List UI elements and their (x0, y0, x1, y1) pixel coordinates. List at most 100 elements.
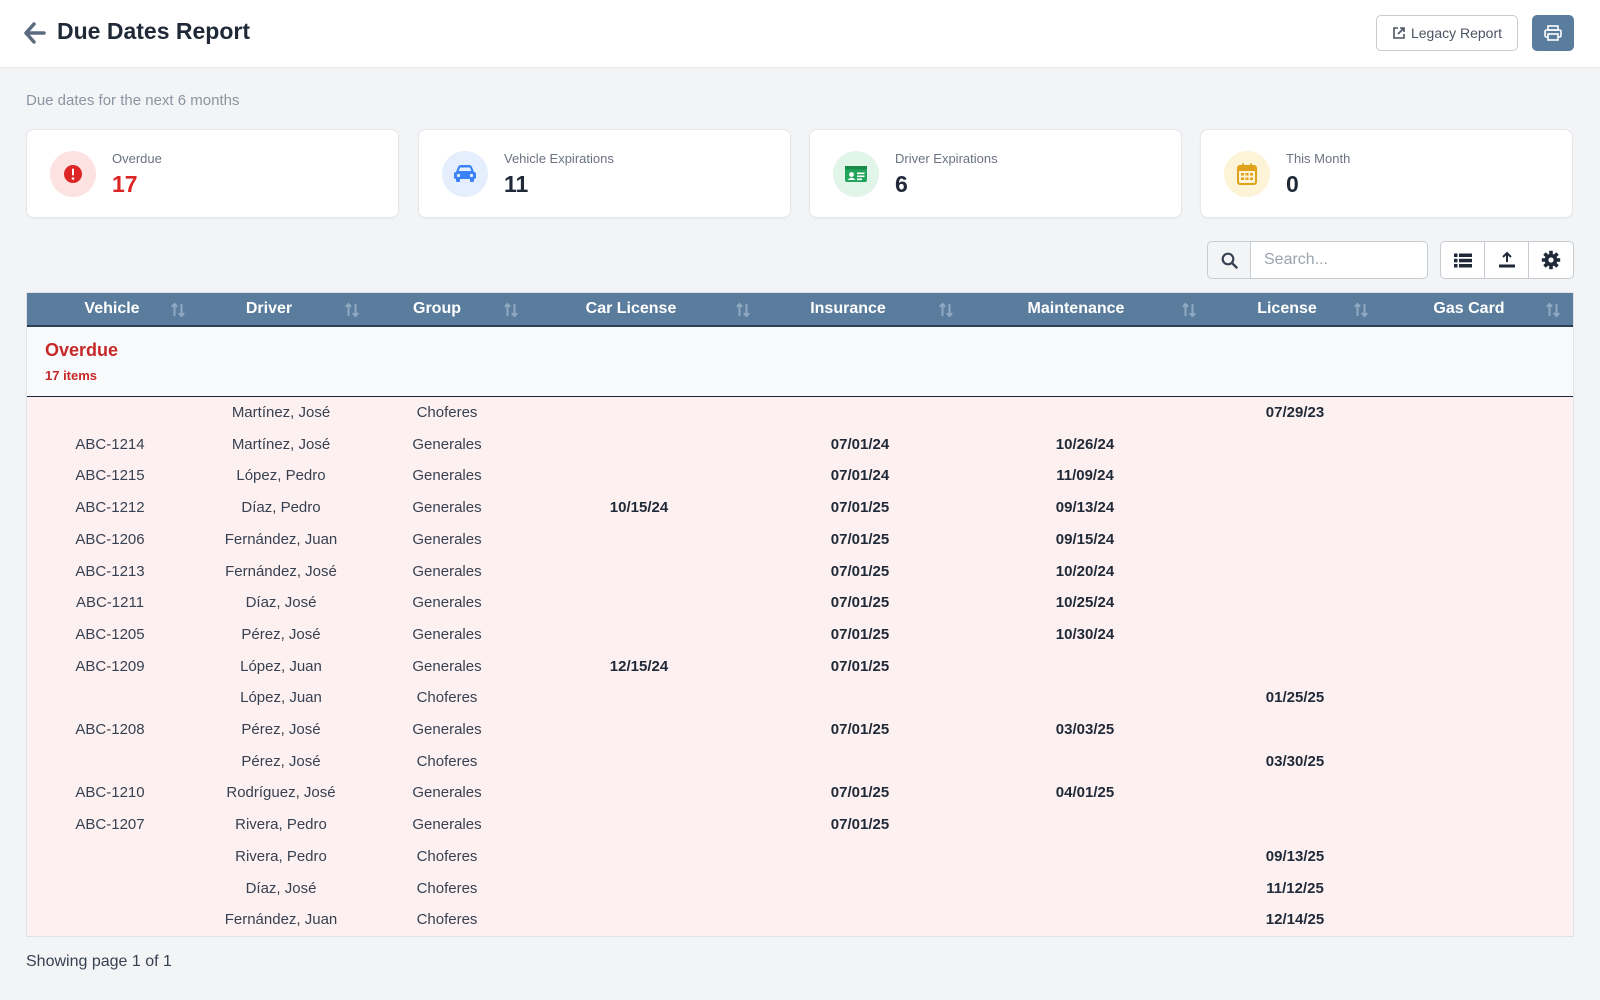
vehicle-expirations-value: 11 (504, 171, 529, 197)
top-bar: Due Dates Report Legacy Report (0, 0, 1600, 68)
table-row[interactable]: ABC-1205 Pérez, José Generales 07/01/25 10/3… (27, 619, 1573, 651)
cell-gas-card (1359, 777, 1579, 809)
cell-maintenance (975, 873, 1195, 905)
table-header: Vehicle Driver Group Car License Insurance Ma… (27, 293, 1573, 327)
cell-maintenance (975, 397, 1195, 429)
driver-expirations-value: 6 (895, 171, 908, 197)
column-header-gas-card[interactable]: Gas Card (1379, 293, 1559, 325)
report-subtitle: Due dates for the next 6 months (26, 92, 240, 109)
column-header-group[interactable]: Group (362, 293, 512, 325)
cell-gas-card (1359, 492, 1579, 524)
cell-group: Generales (412, 816, 482, 834)
search-icon[interactable] (1207, 241, 1251, 279)
this-month-label: This Month (1286, 151, 1351, 166)
vehicle-expirations-label: Vehicle Expirations (504, 151, 614, 166)
cell-maintenance: 04/01/25 (1055, 784, 1115, 802)
cell-gas-card (1359, 809, 1579, 841)
sort-icon[interactable] (1353, 302, 1369, 318)
cell-maintenance (975, 682, 1195, 714)
sort-icon[interactable] (1545, 302, 1561, 318)
cell-group: Choferes (416, 689, 478, 707)
cell-insurance: 07/01/24 (830, 435, 890, 453)
cell-insurance: 07/01/25 (830, 594, 890, 612)
column-header-license[interactable]: License (1197, 293, 1377, 325)
cell-gas-card (1359, 651, 1579, 683)
calendar-icon (1224, 151, 1270, 197)
table-row[interactable]: ABC-1213 Fernández, José Generales 07/01/25… (27, 556, 1573, 588)
cell-maintenance: 11/09/24 (1056, 467, 1114, 485)
sort-icon[interactable] (1181, 302, 1197, 318)
cell-group: Generales (412, 530, 482, 548)
due-dates-table: Vehicle Driver Group Car License Insurance Ma… (26, 292, 1574, 937)
table-row[interactable]: ABC-1215 López, Pedro Generales 07/01/24 11/… (27, 460, 1573, 492)
legacy-report-label: Legacy Report (1410, 25, 1503, 41)
table-row[interactable]: ABC-1208 Pérez, José Generales 07/01/25 03/0… (27, 714, 1573, 746)
table-row[interactable]: ABC-1214 Martínez, José Generales 07/01/24 1… (27, 429, 1573, 461)
cell-insurance: 07/01/25 (830, 816, 890, 834)
table-row[interactable]: ABC-1210 Rodríguez, José Generales 07/01/25… (27, 777, 1573, 809)
cell-insurance: 07/01/25 (830, 530, 890, 548)
table-row[interactable]: Martínez, José Choferes 07/29/23 (27, 397, 1573, 429)
overdue-value: 17 (112, 171, 138, 197)
cell-insurance (750, 682, 970, 714)
column-header-car-license[interactable]: Car License (526, 293, 736, 325)
cell-gas-card (1359, 587, 1579, 619)
cell-maintenance: 03/03/25 (1055, 721, 1115, 738)
table-row[interactable]: Díaz, José Choferes 11/12/25 (27, 873, 1573, 905)
cell-gas-card (1359, 904, 1579, 936)
table-row[interactable]: ABC-1207 Rivera, Pedro Generales 07/01/25 (27, 809, 1573, 841)
column-header-maintenance[interactable]: Maintenance (961, 293, 1191, 325)
list-view-button[interactable] (1441, 242, 1485, 278)
list-icon (1453, 253, 1472, 267)
group-count: 17 items (45, 368, 98, 383)
cell-car-license (529, 556, 749, 588)
cell-group: Generales (412, 784, 482, 802)
cell-gas-card (1359, 524, 1579, 556)
table-row[interactable]: López, Juan Choferes 01/25/25 (27, 682, 1573, 714)
column-header-insurance[interactable]: Insurance (748, 293, 948, 325)
column-header-driver[interactable]: Driver (179, 293, 359, 325)
group-title: Overdue (45, 340, 119, 360)
driver-expirations-label: Driver Expirations (895, 151, 998, 166)
sort-icon[interactable] (344, 302, 360, 318)
cell-car-license: 12/15/24 (609, 657, 669, 675)
print-button[interactable] (1532, 15, 1574, 51)
settings-button[interactable] (1529, 242, 1573, 278)
search-input[interactable] (1251, 241, 1428, 279)
cell-maintenance (975, 904, 1195, 936)
cell-maintenance: 10/20/24 (1055, 562, 1115, 580)
cell-insurance: 07/01/25 (830, 562, 890, 580)
table-row[interactable]: ABC-1212 Díaz, Pedro Generales 10/15/24 07/0… (27, 492, 1573, 524)
cell-group: Choferes (416, 404, 478, 421)
overdue-card: Overdue 17 (26, 129, 399, 218)
table-body: Martínez, José Choferes 07/29/23 ABC-1214 Ma… (27, 397, 1573, 936)
cell-maintenance: 10/25/24 (1055, 594, 1115, 612)
column-header-vehicle[interactable]: Vehicle (37, 293, 187, 325)
table-row[interactable]: ABC-1211 Díaz, José Generales 07/01/25 10/25… (27, 587, 1573, 619)
cell-group: Choferes (416, 879, 478, 897)
table-row[interactable]: ABC-1206 Fernández, Juan Generales 07/01/25… (27, 524, 1573, 556)
legacy-report-button[interactable]: Legacy Report (1376, 15, 1518, 51)
sort-icon[interactable] (503, 302, 519, 318)
cell-car-license: 10/15/24 (609, 499, 669, 517)
print-icon (1544, 25, 1562, 41)
cell-group: Generales (412, 435, 482, 453)
table-row[interactable]: Pérez, José Choferes 03/30/25 (27, 746, 1573, 778)
cell-car-license (529, 587, 749, 619)
cell-insurance (750, 397, 970, 429)
sort-icon[interactable] (938, 302, 954, 318)
export-button[interactable] (1485, 242, 1529, 278)
cell-car-license (529, 714, 749, 746)
table-row[interactable]: Fernández, Juan Choferes 12/14/25 (27, 904, 1573, 936)
back-arrow-icon[interactable] (24, 20, 48, 46)
table-row[interactable]: Rivera, Pedro Choferes 09/13/25 (27, 841, 1573, 873)
search-group (1207, 241, 1428, 279)
cell-car-license (529, 682, 749, 714)
cell-insurance (750, 904, 970, 936)
table-row[interactable]: ABC-1209 López, Juan Generales 12/15/24 07/0… (27, 651, 1573, 683)
car-icon (442, 151, 488, 197)
cell-gas-card (1359, 556, 1579, 588)
cell-gas-card (1359, 714, 1579, 746)
table-toolbar (1440, 241, 1574, 279)
cell-car-license (529, 524, 749, 556)
